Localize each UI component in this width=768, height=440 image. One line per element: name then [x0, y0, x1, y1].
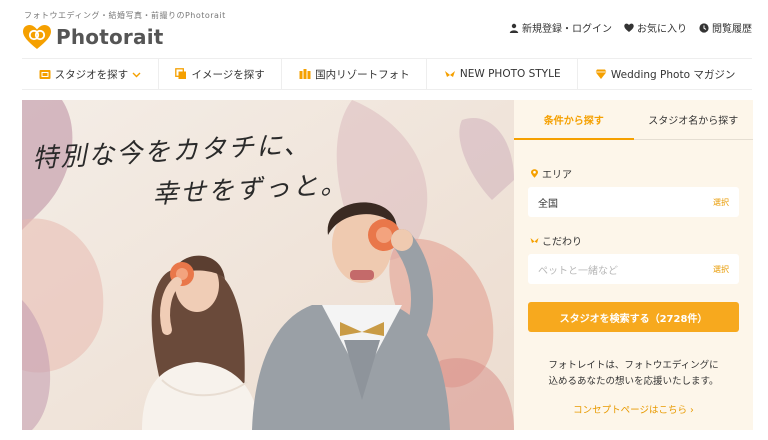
search-tabs: 条件から探す スタジオ名から探す	[514, 100, 753, 140]
studio-icon	[39, 70, 51, 79]
nav-item-magazine[interactable]: Wedding Photo マガジン	[578, 59, 752, 89]
logo-text: Photorait	[56, 25, 164, 49]
favorites-link[interactable]: お気に入り	[624, 20, 687, 35]
chevron-down-icon	[132, 72, 141, 77]
tab-condition-search[interactable]: 条件から探す	[514, 100, 634, 140]
clock-icon	[699, 22, 709, 33]
diamond-icon	[595, 69, 607, 79]
nav-item-label: スタジオを探す	[54, 68, 129, 81]
site-logo[interactable]: Photorait	[22, 24, 164, 50]
kodawari-placeholder: ペットと一緒など	[538, 265, 618, 277]
history-label: 閲覧履歴	[712, 24, 752, 35]
location-pin-icon	[531, 169, 538, 178]
nav-item-label: イメージを探す	[191, 68, 265, 81]
utility-nav: 新規登録・ログイン お気に入り 閲覧履歴	[509, 20, 752, 35]
history-link[interactable]: 閲覧履歴	[699, 20, 752, 35]
kodawari-select-link[interactable]: 選択	[713, 264, 729, 275]
area-label-text: エリア	[542, 170, 572, 181]
studio-search-button[interactable]: スタジオを検索する（2728件）	[528, 302, 739, 332]
nav-item-new-photo-style[interactable]: NEW PHOTO STYLE	[427, 59, 579, 89]
ribbon-icon	[530, 238, 539, 243]
login-register-link[interactable]: 新規登録・ログイン	[509, 20, 612, 35]
main-nav: スタジオを探す イメージを探す 国内リゾートフォト NEW PHOTO STYL…	[22, 58, 752, 90]
description-line1: フォトレイトは、フォトウエディングに	[548, 360, 719, 371]
kodawari-field-label: こだわり	[530, 233, 582, 248]
area-field-label: エリア	[530, 166, 572, 181]
site-header: フォトウエディング・結婚写真・前撮りのPhotorait Photorait 新…	[0, 0, 768, 56]
service-description: フォトレイトは、フォトウエディングに 込めるあなたの想いを応援いたします。	[528, 358, 739, 390]
area-select-link[interactable]: 選択	[713, 197, 729, 208]
user-icon	[509, 23, 519, 33]
nav-item-resort-photo[interactable]: 国内リゾートフォト	[282, 59, 428, 89]
site-tagline: フォトウエディング・結婚写真・前撮りのPhotorait	[24, 11, 226, 20]
favorites-label: お気に入り	[637, 24, 687, 35]
hero-catchcopy: 特別な今をカタチに、 幸せをずっと。	[32, 130, 349, 210]
kodawari-select[interactable]: ペットと一緒など 選択	[528, 254, 739, 284]
description-line2: 込めるあなたの想いを応援いたします。	[548, 376, 719, 387]
resort-icon	[299, 69, 311, 79]
kodawari-label-text: こだわり	[542, 237, 582, 248]
tab-studio-name-search[interactable]: スタジオ名から探す	[633, 100, 753, 140]
login-register-label: 新規登録・ログイン	[522, 24, 612, 35]
nav-item-label: Wedding Photo マガジン	[610, 68, 736, 81]
images-icon	[175, 68, 187, 79]
hero-copy-line2: 幸せをずっと。	[151, 169, 349, 211]
logo-heart-icon	[23, 25, 51, 49]
concept-page-link[interactable]: コンセプトページはこちら ›	[528, 402, 739, 416]
nav-item-studio-search[interactable]: スタジオを探す	[22, 59, 159, 89]
ribbon-icon	[444, 71, 455, 77]
area-select[interactable]: 全国 選択	[528, 187, 739, 217]
area-value: 全国	[538, 198, 558, 210]
nav-item-label: 国内リゾートフォト	[315, 68, 410, 81]
nav-item-image-search[interactable]: イメージを探す	[159, 59, 283, 89]
studio-search-panel: 条件から探す スタジオ名から探す エリア 全国 選択 こだわり ペットと一緒など…	[514, 100, 753, 430]
nav-item-label: NEW PHOTO STYLE	[459, 68, 561, 80]
hero-image[interactable]: 特別な今をカタチに、 幸せをずっと。	[22, 100, 514, 430]
heart-icon	[624, 23, 634, 32]
